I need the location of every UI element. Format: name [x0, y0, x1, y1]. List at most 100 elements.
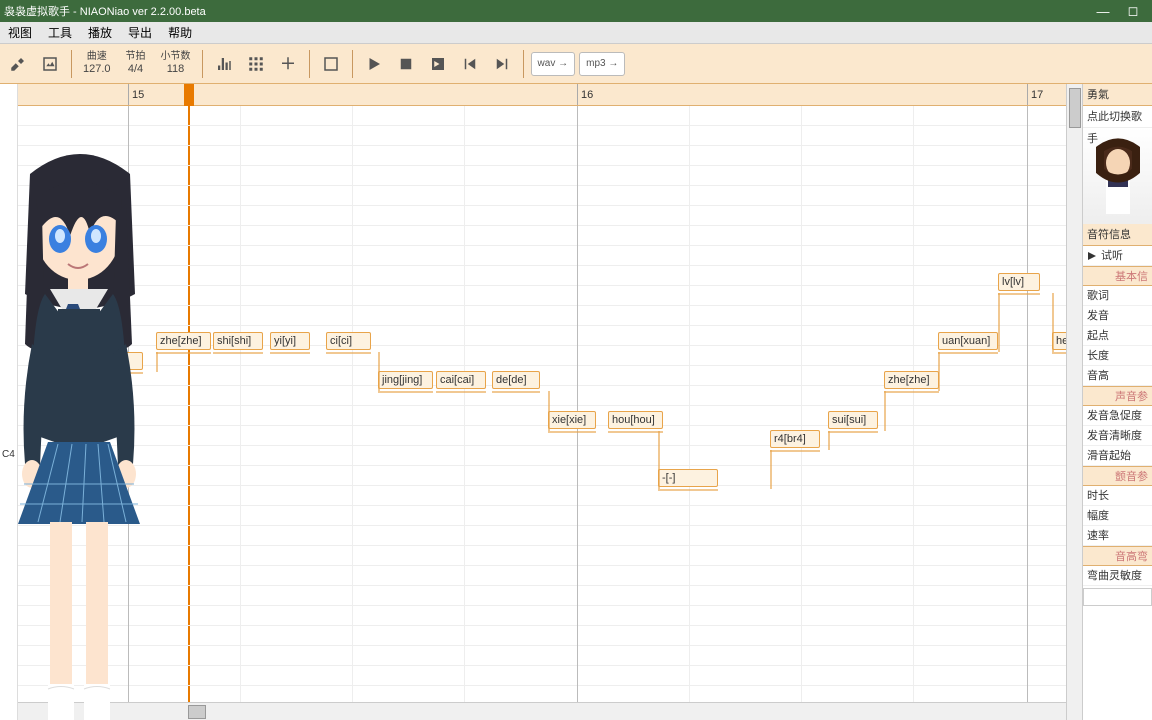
property-row[interactable]: 歌词: [1083, 286, 1152, 306]
menu-view[interactable]: 视图: [0, 22, 40, 43]
pitch-curve: [548, 431, 596, 433]
minimize-button[interactable]: —: [1088, 2, 1118, 20]
pitch-row: [18, 466, 1066, 486]
pitch-curve: [156, 352, 211, 354]
beat-line: [352, 106, 353, 702]
pitch-curve: [492, 391, 540, 393]
horizontal-scrollbar[interactable]: [18, 702, 1066, 720]
pitch-curve: [884, 391, 939, 393]
image-tool-icon[interactable]: [36, 50, 64, 78]
note[interactable]: -[-]: [658, 469, 718, 487]
piano-keyboard-rail[interactable]: C4: [0, 84, 18, 720]
note[interactable]: shi[shi]: [213, 332, 263, 350]
pitch-row: [18, 166, 1066, 186]
stop-icon[interactable]: [392, 50, 420, 78]
volume-icon[interactable]: [210, 50, 238, 78]
skip-forward-icon[interactable]: [488, 50, 516, 78]
window-titlebar: 袅袅虚拟歌手 - NIAONiao ver 2.2.00.beta — ◻: [0, 0, 1152, 22]
pitch-row: [18, 246, 1066, 266]
note[interactable]: ]: [113, 352, 143, 370]
pitch-curve: [938, 352, 940, 391]
pitch-row: [18, 506, 1066, 526]
note[interactable]: heng: [1052, 332, 1066, 350]
note[interactable]: xie[xie]: [548, 411, 596, 429]
workspace: C4 15 16 17 ]zhe[zhe]shi[shi]yi[yi]ci[ci…: [0, 84, 1152, 720]
ruler-tick: 15: [128, 84, 144, 105]
note-grid[interactable]: ]zhe[zhe]shi[shi]yi[yi]ci[ci]jing[jing]c…: [18, 106, 1066, 702]
play-icon[interactable]: [360, 50, 388, 78]
note[interactable]: zhe[zhe]: [156, 332, 211, 350]
pitch-curve: [156, 352, 158, 372]
beat-line: [464, 106, 465, 702]
ruler-tick: 17: [1027, 84, 1043, 105]
export-wav-button[interactable]: wav →: [531, 52, 576, 76]
note[interactable]: de[de]: [492, 371, 540, 389]
bars-value: 118: [167, 63, 185, 76]
tempo-value: 127.0: [83, 63, 111, 76]
property-input[interactable]: [1083, 588, 1152, 606]
note[interactable]: zhe[zhe]: [884, 371, 939, 389]
pitch-curve: [113, 372, 143, 374]
property-row[interactable]: 音高: [1083, 366, 1152, 386]
property-row[interactable]: 滑音起始: [1083, 446, 1152, 466]
brush-tool-icon[interactable]: [4, 50, 32, 78]
note[interactable]: r4[br4]: [770, 430, 820, 448]
pitch-row: [18, 426, 1066, 446]
property-row[interactable]: 起点: [1083, 326, 1152, 346]
note[interactable]: lv[lv]: [998, 273, 1040, 291]
menu-export[interactable]: 导出: [120, 22, 160, 43]
maximize-button[interactable]: ◻: [1118, 2, 1148, 20]
h-scrollbar-thumb[interactable]: [188, 705, 206, 719]
property-row[interactable]: 幅度: [1083, 506, 1152, 526]
beat-display[interactable]: 节拍 4/4: [119, 51, 153, 76]
property-row[interactable]: 时长: [1083, 486, 1152, 506]
ruler-tick: 16: [577, 84, 593, 105]
beat-value: 4/4: [128, 63, 143, 76]
selection-box-icon[interactable]: [317, 50, 345, 78]
timeline-ruler[interactable]: 15 16 17: [18, 84, 1066, 106]
preview-button[interactable]: 试听: [1083, 246, 1152, 266]
note[interactable]: jing[jing]: [378, 371, 433, 389]
note[interactable]: ci[ci]: [326, 332, 371, 350]
playhead-handle[interactable]: [184, 84, 194, 106]
property-row[interactable]: 发音: [1083, 306, 1152, 326]
pitch-row: [18, 306, 1066, 326]
note[interactable]: hou[hou]: [608, 411, 663, 429]
note[interactable]: cai[cai]: [436, 371, 486, 389]
section-bend: 音高弯: [1083, 546, 1152, 566]
property-row[interactable]: 长度: [1083, 346, 1152, 366]
note[interactable]: uan[xuan]: [938, 332, 998, 350]
menu-play[interactable]: 播放: [80, 22, 120, 43]
property-row[interactable]: 发音急促度: [1083, 406, 1152, 426]
property-row[interactable]: 速率: [1083, 526, 1152, 546]
pitch-row: [18, 606, 1066, 626]
switch-singer-link[interactable]: 点此切换歌手: [1083, 106, 1152, 128]
pitch-row: [18, 406, 1066, 426]
beat-line: [913, 106, 914, 702]
section-sound: 声音参: [1083, 386, 1152, 406]
pitch-row: [18, 146, 1066, 166]
bars-display[interactable]: 小节数 118: [157, 51, 195, 76]
property-row[interactable]: 发音清晰度: [1083, 426, 1152, 446]
v-scrollbar-thumb[interactable]: [1069, 88, 1081, 128]
menu-tools[interactable]: 工具: [40, 22, 80, 43]
loop-icon[interactable]: [424, 50, 452, 78]
menu-help[interactable]: 帮助: [160, 22, 200, 43]
pitch-row: [18, 646, 1066, 666]
pitch-row: [18, 666, 1066, 686]
vertical-scrollbar[interactable]: [1066, 84, 1082, 720]
piano-roll[interactable]: 15 16 17 ]zhe[zhe]shi[shi]yi[yi]ci[ci]ji…: [18, 84, 1066, 720]
crosshair-icon[interactable]: [274, 50, 302, 78]
singer-avatar[interactable]: [1083, 128, 1152, 224]
export-mp3-button[interactable]: mp3 →: [579, 52, 625, 76]
skip-back-icon[interactable]: [456, 50, 484, 78]
note[interactable]: sui[sui]: [828, 411, 878, 429]
section-vibrato: 颤音参: [1083, 466, 1152, 486]
snap-grid-icon[interactable]: [242, 50, 270, 78]
pitch-curve: [1052, 293, 1054, 352]
property-row[interactable]: 弯曲灵敏度: [1083, 566, 1152, 586]
window-title: 袅袅虚拟歌手 - NIAONiao ver 2.2.00.beta: [4, 3, 206, 19]
tempo-display[interactable]: 曲速 127.0: [79, 51, 115, 76]
bar-line: [577, 106, 578, 702]
note[interactable]: yi[yi]: [270, 332, 310, 350]
